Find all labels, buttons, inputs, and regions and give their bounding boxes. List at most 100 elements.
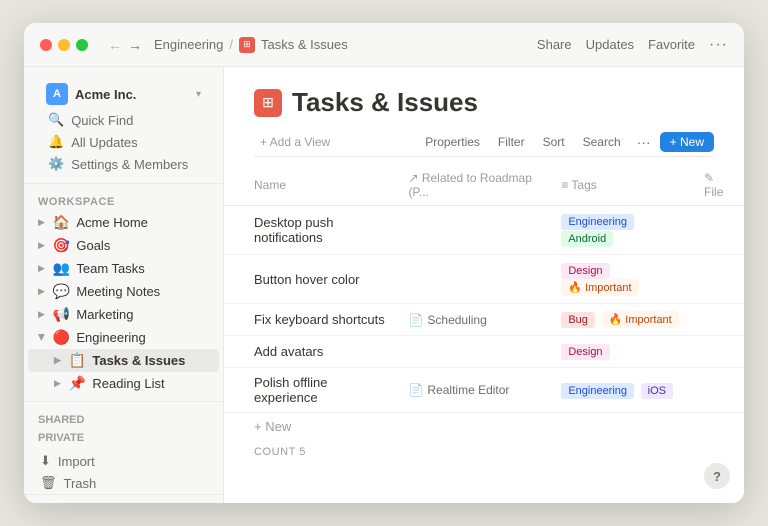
sidebar-item-marketing[interactable]: ▶ 📢 Marketing: [28, 303, 219, 326]
settings-item[interactable]: ⚙️ Settings & Members: [36, 153, 211, 175]
nav-item-label: Reading List: [92, 376, 164, 391]
nav-item-label: Acme Home: [76, 215, 148, 230]
workspace-section-label: WORKSPACE: [24, 188, 223, 211]
properties-button[interactable]: Properties: [418, 132, 487, 152]
add-row-button[interactable]: + New: [224, 413, 744, 440]
content-header: ⊞ Tasks & Issues + Add a View Properties…: [224, 67, 744, 165]
item-emoji: 📢: [53, 306, 70, 323]
table-container: Name ↗ Related to Roadmap (P... ≡ Tags ✎…: [224, 165, 744, 503]
private-section-label: PRIVATE: [24, 428, 223, 446]
tag-android[interactable]: Android: [561, 231, 613, 247]
nav-item-label: Goals: [76, 238, 110, 253]
item-emoji: 👥: [53, 260, 70, 277]
table-row[interactable]: Desktop push notifications Engineering A…: [224, 206, 744, 255]
row-related: 📄 Scheduling: [398, 304, 551, 336]
forward-arrow[interactable]: →: [128, 37, 142, 53]
filter-button[interactable]: Filter: [491, 132, 532, 152]
add-view-label: + Add a View: [260, 135, 330, 149]
row-file: [694, 206, 744, 255]
help-button[interactable]: ?: [704, 463, 730, 489]
nav-item-label: Tasks & Issues: [92, 353, 185, 368]
workspace-name-item[interactable]: A Acme Inc. ▾: [36, 79, 211, 109]
tag-important[interactable]: 🔥 Important: [561, 279, 638, 296]
toolbar-more-button[interactable]: ···: [632, 132, 656, 152]
row-name: Desktop push notifications: [224, 206, 398, 255]
row-related: [398, 336, 551, 368]
search-button[interactable]: Search: [576, 132, 628, 152]
chevron-icon: ▶: [38, 309, 45, 320]
item-emoji: 🎯: [53, 237, 70, 254]
nav-item-label: Marketing: [76, 307, 133, 322]
table-row[interactable]: Button hover color Design 🔥 Important: [224, 255, 744, 304]
table-row[interactable]: Add avatars Design: [224, 336, 744, 368]
nav-item-label: Engineering: [76, 330, 145, 345]
sidebar: A Acme Inc. ▾ 🔍 Quick Find 🔔 All Updates…: [24, 67, 224, 503]
breadcrumb-engineering[interactable]: Engineering: [154, 37, 223, 52]
tasks-table: Name ↗ Related to Roadmap (P... ≡ Tags ✎…: [224, 165, 744, 413]
titlebar-actions: Share Updates Favorite ···: [537, 36, 728, 54]
new-record-button[interactable]: + New: [660, 132, 714, 152]
tag-important[interactable]: 🔥 Important: [602, 311, 679, 328]
workspace-avatar: A: [46, 83, 68, 105]
sidebar-item-goals[interactable]: ▶ 🎯 Goals: [28, 234, 219, 257]
chevron-icon: ▶: [54, 355, 61, 366]
item-emoji: 🏠: [53, 214, 70, 231]
sidebar-item-engineering[interactable]: ▶ 🔴 Engineering: [28, 326, 219, 349]
col-tags-header[interactable]: ≡ Tags: [551, 165, 694, 206]
trash-icon: 🗑: [40, 475, 57, 491]
table-row[interactable]: Fix keyboard shortcuts 📄 Scheduling Bug: [224, 304, 744, 336]
sort-label: Sort: [543, 135, 565, 149]
tag-ios[interactable]: iOS: [641, 383, 673, 399]
chevron-icon: ▶: [38, 286, 45, 297]
search-label: Search: [583, 135, 621, 149]
updates-button[interactable]: Updates: [586, 37, 634, 52]
col-file-header[interactable]: ✎ File: [694, 165, 744, 206]
add-view-button[interactable]: + Add a View: [254, 132, 336, 152]
chevron-icon: ▶: [36, 334, 47, 341]
nav-arrows: ← →: [108, 37, 142, 53]
favorite-button[interactable]: Favorite: [648, 37, 695, 52]
share-button[interactable]: Share: [537, 37, 572, 52]
all-updates-item[interactable]: 🔔 All Updates: [36, 131, 211, 153]
sidebar-item-tasks-issues[interactable]: ▶ 📋 Tasks & Issues: [28, 349, 219, 372]
tag-engineering[interactable]: Engineering: [561, 214, 634, 230]
tag-engineering[interactable]: Engineering: [561, 383, 634, 399]
sidebar-item-reading-list[interactable]: ▶ 📌 Reading List: [28, 372, 219, 395]
trash-item[interactable]: 🗑 Trash: [28, 472, 219, 494]
col-related-header[interactable]: ↗ Related to Roadmap (P...: [398, 165, 551, 206]
page-icon: ⊞: [254, 89, 282, 117]
item-emoji: 🔴: [53, 329, 70, 346]
import-item[interactable]: ⬇ Import: [28, 450, 219, 472]
row-tags: Design 🔥 Important: [551, 255, 694, 304]
row-tags: Design: [551, 336, 694, 368]
chevron-icon: ▶: [38, 263, 45, 274]
sidebar-item-meeting-notes[interactable]: ▶ 💬 Meeting Notes: [28, 280, 219, 303]
tag-bug[interactable]: Bug: [561, 312, 595, 328]
tag-design[interactable]: Design: [561, 263, 609, 279]
import-label: Import: [58, 454, 95, 469]
sidebar-item-team-tasks[interactable]: ▶ 👥 Team Tasks: [28, 257, 219, 280]
nav-item-label: Team Tasks: [76, 261, 144, 276]
back-arrow[interactable]: ←: [108, 37, 122, 53]
row-name: Polish offline experience: [224, 368, 398, 413]
properties-label: Properties: [425, 135, 480, 149]
row-tags: Engineering iOS: [551, 368, 694, 413]
row-tags: Engineering Android: [551, 206, 694, 255]
close-button[interactable]: [40, 39, 52, 51]
row-tags: Bug 🔥 Important: [551, 304, 694, 336]
more-options-button[interactable]: ···: [709, 36, 728, 54]
quick-find-item[interactable]: 🔍 Quick Find: [36, 109, 211, 131]
maximize-button[interactable]: [76, 39, 88, 51]
sidebar-item-acme-home[interactable]: ▶ 🏠 Acme Home: [28, 211, 219, 234]
settings-label: Settings & Members: [71, 157, 188, 172]
col-name-header[interactable]: Name: [224, 165, 398, 206]
doc-icon: 📄: [408, 313, 423, 327]
table-row[interactable]: Polish offline experience 📄 Realtime Edi…: [224, 368, 744, 413]
sort-button[interactable]: Sort: [536, 132, 572, 152]
chevron-icon: ▶: [54, 378, 61, 389]
bell-icon: 🔔: [48, 134, 64, 150]
row-related: [398, 255, 551, 304]
tag-design[interactable]: Design: [561, 344, 609, 360]
minimize-button[interactable]: [58, 39, 70, 51]
row-file: [694, 336, 744, 368]
